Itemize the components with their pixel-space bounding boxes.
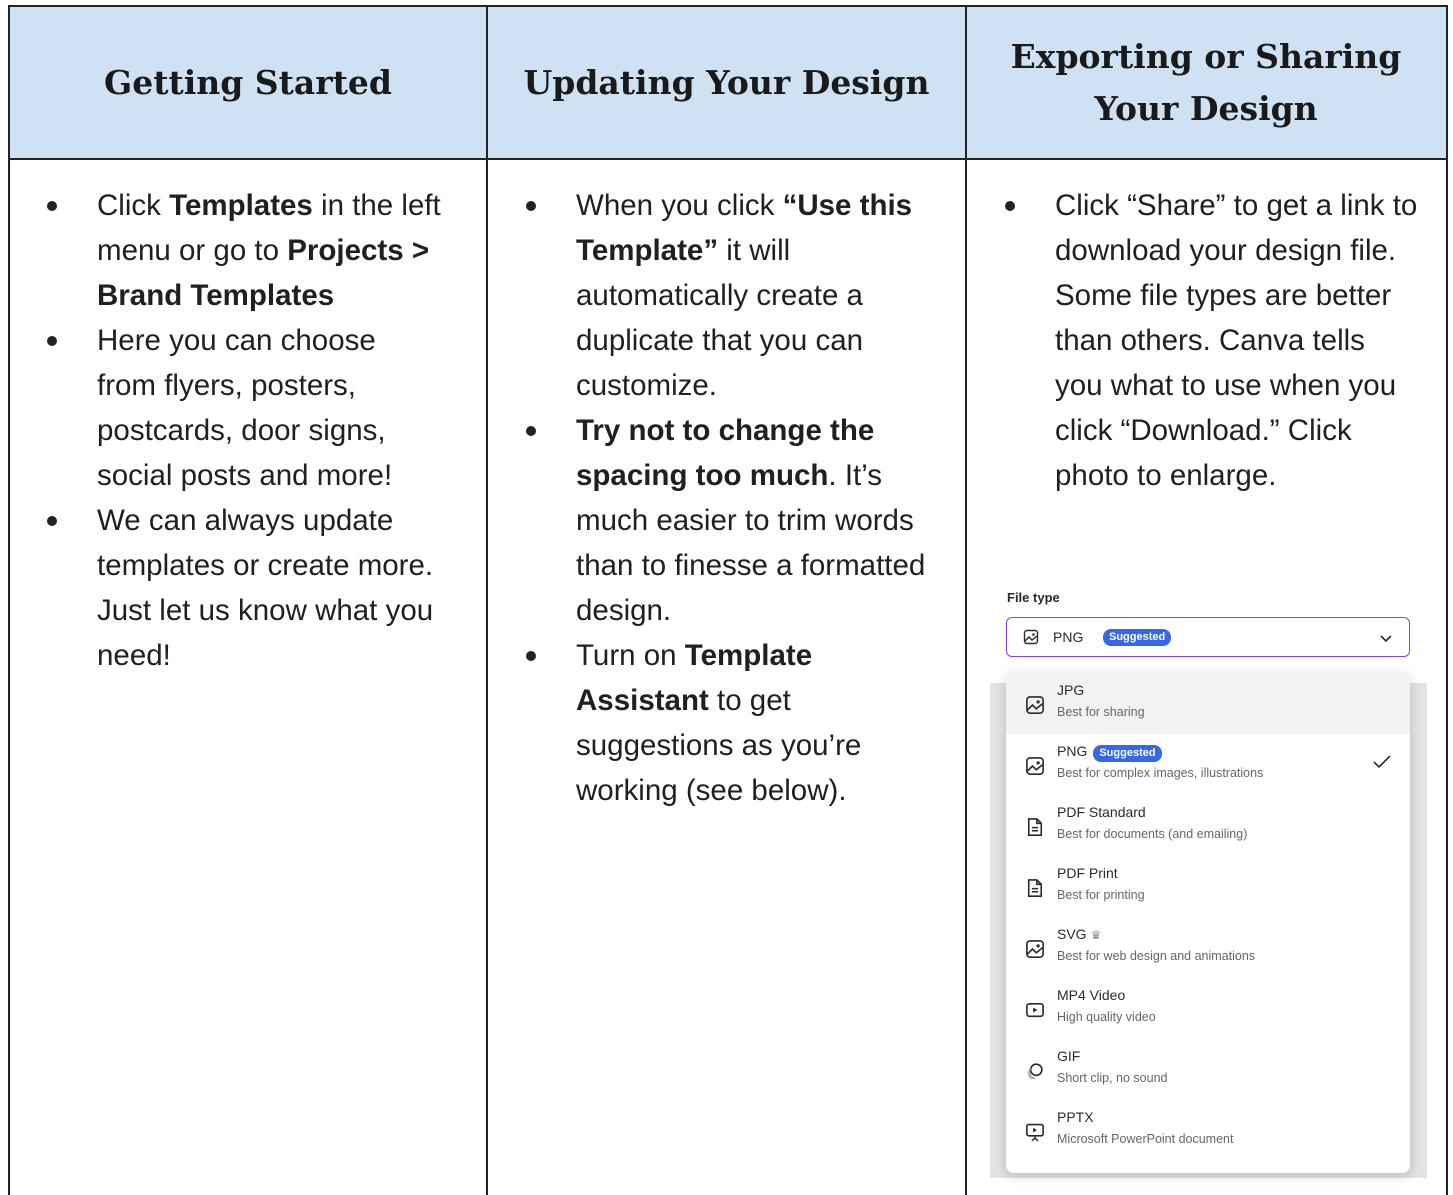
- option-png[interactable]: PNG Suggested Best for complex images, il…: [1006, 734, 1410, 795]
- checkmark-icon: [1372, 754, 1392, 775]
- presentation-icon: [1025, 1122, 1045, 1142]
- video-icon: [1025, 1000, 1045, 1020]
- file-type-dropdown: JPG Best for sharing PNG Suggested Best f…: [1006, 673, 1410, 1173]
- selected-file-type: PNG: [1053, 629, 1084, 645]
- list-item: When you click “Use this Template” it wi…: [526, 183, 936, 408]
- image-icon: [1025, 756, 1045, 776]
- header-exporting-sharing: Exporting or Sharing Your Design: [1010, 36, 1402, 128]
- option-name: JPG: [1057, 682, 1085, 698]
- option-description: Best for web design and animations: [1057, 949, 1256, 963]
- text: Turn on: [576, 639, 685, 672]
- option-description: Short clip, no sound: [1057, 1071, 1168, 1085]
- table-border-right: [1446, 5, 1448, 1195]
- option-label: PNG: [1057, 743, 1088, 759]
- image-icon: [1025, 939, 1045, 959]
- list-item: Turn on Template Assistant to get sugges…: [526, 633, 936, 813]
- option-pdf-print[interactable]: PDF Print Best for printing: [1006, 856, 1410, 917]
- gif-icon: [1025, 1061, 1045, 1081]
- option-name: SVG ♛: [1057, 926, 1101, 942]
- file-type-label: File type: [1007, 590, 1060, 605]
- document-page: Getting Started Updating Your Design Exp…: [0, 0, 1453, 1195]
- image-icon: [1025, 695, 1045, 715]
- table-divider-1: [486, 5, 488, 1195]
- option-name: PPTX: [1057, 1109, 1094, 1125]
- column-getting-started: Click Templates in the left menu or go t…: [47, 183, 442, 678]
- list-item: Try not to change the spacing too much. …: [526, 408, 936, 633]
- suggested-badge: Suggested: [1103, 629, 1172, 646]
- option-jpg[interactable]: JPG Best for sharing: [1006, 673, 1410, 734]
- option-description: Best for printing: [1057, 888, 1145, 902]
- chevron-down-icon: [1379, 631, 1393, 649]
- list-item: We can always update templates or create…: [47, 498, 442, 678]
- option-name: PDF Print: [1057, 865, 1118, 881]
- text: Click “Share” to get a link to download …: [1055, 189, 1418, 492]
- option-name: GIF: [1057, 1048, 1081, 1064]
- text: Click: [97, 189, 170, 222]
- header-updating-design: Updating Your Design: [523, 62, 930, 102]
- option-pdf-standard[interactable]: PDF Standard Best for documents (and ema…: [1006, 795, 1410, 856]
- header-getting-started: Getting Started: [104, 62, 392, 102]
- option-pptx[interactable]: PPTX Microsoft PowerPoint document: [1006, 1100, 1410, 1161]
- document-icon: [1025, 878, 1045, 898]
- list-item: Click Templates in the left menu or go t…: [47, 183, 442, 318]
- option-mp4-video[interactable]: MP4 Video High quality video: [1006, 978, 1410, 1039]
- text: Here you can choose from flyers, posters…: [97, 324, 393, 492]
- list-item: Click “Share” to get a link to download …: [1005, 183, 1420, 498]
- document-icon: [1025, 817, 1045, 837]
- option-name: PDF Standard: [1057, 804, 1146, 820]
- file-type-panel: File type PNG Suggested JPG Best for sha…: [990, 583, 1427, 1178]
- table-divider-2: [965, 5, 967, 1195]
- option-description: Best for sharing: [1057, 705, 1145, 719]
- crown-icon: ♛: [1090, 928, 1102, 942]
- suggested-badge: Suggested: [1093, 745, 1162, 762]
- column-exporting-sharing: Click “Share” to get a link to download …: [1005, 183, 1420, 498]
- option-svg[interactable]: SVG ♛ Best for web design and animations: [1006, 917, 1410, 978]
- file-type-select[interactable]: PNG Suggested: [1006, 617, 1410, 657]
- text: When you click: [576, 189, 783, 222]
- option-label: SVG: [1057, 926, 1087, 942]
- option-description: Best for complex images, illustrations: [1057, 766, 1264, 780]
- text: We can always update templates or create…: [97, 504, 434, 672]
- option-description: Microsoft PowerPoint document: [1057, 1132, 1234, 1146]
- option-gif[interactable]: GIF Short clip, no sound: [1006, 1039, 1410, 1100]
- column-updating-design: When you click “Use this Template” it wi…: [526, 183, 936, 813]
- list-item: Here you can choose from flyers, posters…: [47, 318, 442, 498]
- bold-text: Templates: [169, 189, 313, 222]
- option-name: MP4 Video: [1057, 987, 1126, 1003]
- option-name: PNG Suggested: [1057, 743, 1162, 762]
- option-description: Best for documents (and emailing): [1057, 827, 1248, 841]
- option-description: High quality video: [1057, 1010, 1156, 1024]
- table-border-left: [8, 5, 10, 1195]
- image-icon: [1023, 629, 1039, 650]
